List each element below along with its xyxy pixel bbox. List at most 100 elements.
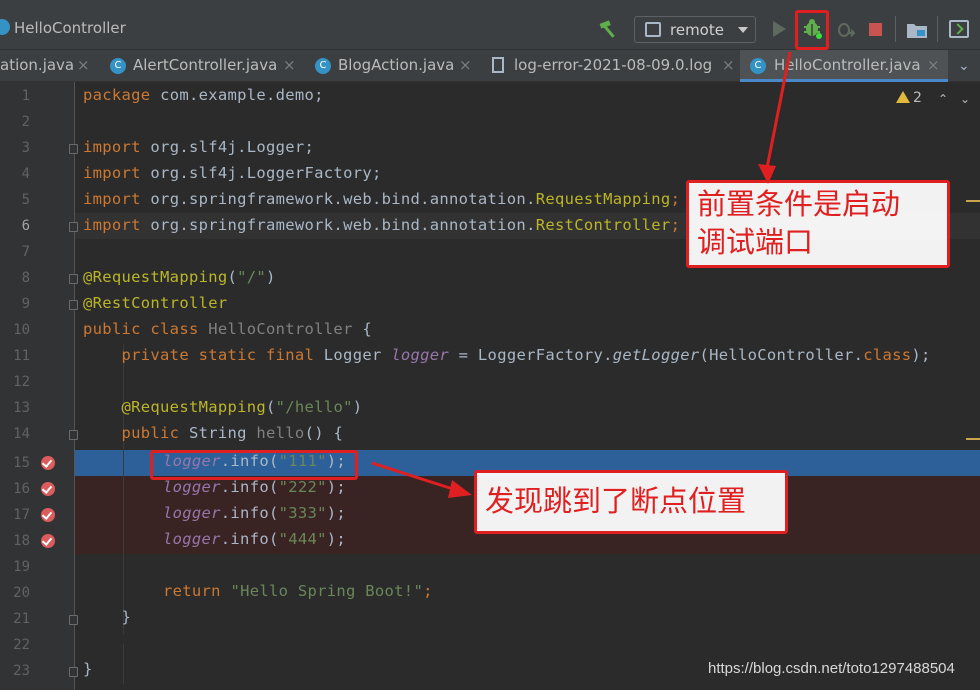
line-number: 23 bbox=[13, 663, 30, 679]
execution-line-highlight bbox=[150, 450, 358, 480]
hammer-icon[interactable] bbox=[598, 19, 620, 39]
code-line-5: import org.springframework.web.bind.anno… bbox=[83, 190, 681, 208]
code-line-6: import org.springframework.web.bind.anno… bbox=[83, 216, 681, 234]
code-line-16: logger.info("222"); bbox=[163, 478, 347, 496]
annotation-text: 发现跳到了断点位置 bbox=[485, 484, 747, 518]
line-number: 3 bbox=[21, 140, 30, 156]
close-icon[interactable]: × bbox=[283, 56, 296, 74]
attach-debugger-icon[interactable] bbox=[835, 19, 855, 39]
indent-guide bbox=[123, 644, 124, 684]
code-line-23: } bbox=[83, 660, 93, 678]
class-icon: C bbox=[750, 58, 766, 74]
close-icon[interactable]: × bbox=[722, 56, 735, 74]
line-number: 11 bbox=[13, 348, 30, 364]
code-line-20: return "Hello Spring Boot!"; bbox=[163, 582, 433, 600]
chevron-up-icon[interactable]: ⌃ bbox=[938, 92, 948, 106]
annotation-text: 调试端口 bbox=[697, 225, 814, 259]
code-line-13: @RequestMapping("/hello") bbox=[83, 398, 363, 416]
tab-blogaction[interactable]: C BlogAction.java × bbox=[306, 50, 482, 82]
annotation-note-breakpoint: 发现跳到了断点位置 bbox=[474, 470, 788, 534]
inspection-widget[interactable]: 2 bbox=[896, 90, 922, 106]
editor-tab-bar: ation.java × C AlertController.java × C … bbox=[0, 50, 980, 82]
code-line-17: logger.info("333"); bbox=[163, 504, 347, 522]
line-number: 9 bbox=[21, 296, 30, 312]
code-line-3: import org.slf4j.Logger; bbox=[83, 138, 315, 156]
warning-stripe-mark[interactable] bbox=[966, 200, 980, 202]
fold-icon[interactable] bbox=[69, 144, 78, 154]
line-number: 15 bbox=[13, 455, 30, 471]
tab-hellocontroller[interactable]: C HelloController.java × bbox=[740, 50, 948, 82]
remote-config-icon bbox=[645, 22, 661, 37]
line-number: 12 bbox=[13, 374, 30, 390]
breakpoint-icon[interactable] bbox=[41, 482, 55, 496]
tab-label: AlertController.java bbox=[133, 56, 278, 74]
close-icon[interactable]: × bbox=[927, 56, 940, 74]
tab-ation-java[interactable]: ation.java × bbox=[0, 50, 100, 82]
code-line-8: @RequestMapping("/") bbox=[83, 268, 276, 286]
code-line-11: private static final Logger logger = Log… bbox=[83, 346, 931, 364]
warning-stripe-mark[interactable] bbox=[966, 438, 980, 440]
menu-strip-remnant bbox=[0, 0, 500, 6]
fold-icon[interactable] bbox=[69, 615, 78, 625]
annotation-note-debug: 前置条件是启动 调试端口 bbox=[686, 180, 950, 268]
code-editor[interactable]: 1 2 3 4 5 6 7 8 9 10 11 12 13 14 15 16 1… bbox=[0, 82, 980, 690]
class-icon: C bbox=[110, 58, 126, 74]
line-number: 20 bbox=[13, 585, 30, 601]
line-number: 21 bbox=[13, 611, 30, 627]
tab-alertcontroller[interactable]: C AlertController.java × bbox=[100, 50, 306, 82]
project-structure-icon[interactable] bbox=[906, 21, 928, 39]
line-number: 22 bbox=[13, 637, 30, 653]
fold-icon[interactable] bbox=[69, 222, 78, 232]
line-number: 2 bbox=[21, 114, 30, 130]
terminal-icon[interactable] bbox=[949, 20, 969, 38]
watermark: https://blog.csdn.net/toto1297488504 bbox=[708, 660, 955, 677]
run-configuration-select[interactable]: remote bbox=[634, 16, 756, 43]
close-icon[interactable]: × bbox=[459, 56, 472, 74]
code-line-4: import org.slf4j.LoggerFactory; bbox=[83, 164, 382, 182]
fold-icon[interactable] bbox=[69, 667, 78, 677]
code-line-14: public String hello() { bbox=[83, 424, 344, 442]
run-icon[interactable] bbox=[773, 21, 786, 37]
file-icon bbox=[492, 57, 504, 73]
toolbar-separator bbox=[937, 16, 938, 42]
line-number: 16 bbox=[13, 481, 30, 497]
fold-icon[interactable] bbox=[69, 274, 78, 284]
run-configuration-label: remote bbox=[670, 21, 724, 39]
annotation-text: 前置条件是启动 bbox=[697, 187, 901, 221]
breakpoint-icon[interactable] bbox=[41, 456, 55, 470]
fold-icon[interactable] bbox=[69, 300, 78, 310]
line-number: 13 bbox=[13, 400, 30, 416]
breakpoint-icon[interactable] bbox=[41, 534, 55, 548]
line-number: 19 bbox=[13, 559, 30, 575]
tab-label: HelloController.java bbox=[774, 56, 921, 74]
chevron-down-icon[interactable]: ⌄ bbox=[960, 92, 970, 106]
warning-count: 2 bbox=[913, 90, 922, 106]
line-number: 14 bbox=[13, 426, 30, 442]
main-toolbar: HelloController remote bbox=[0, 0, 980, 50]
line-number: 8 bbox=[21, 270, 30, 286]
close-icon[interactable]: × bbox=[77, 56, 90, 74]
line-number: 4 bbox=[21, 166, 30, 182]
breakpoint-icon[interactable] bbox=[41, 508, 55, 522]
code-line-1: package com.example.demo; bbox=[83, 86, 324, 104]
chevron-down-icon bbox=[738, 27, 748, 33]
breadcrumb[interactable]: HelloController bbox=[14, 19, 126, 37]
line-number: 18 bbox=[13, 533, 30, 549]
class-icon bbox=[0, 19, 10, 35]
indent-guide bbox=[123, 344, 124, 634]
line-number: 7 bbox=[21, 244, 30, 260]
tab-label: log-error-2021-08-09.0.log bbox=[514, 56, 713, 74]
tab-log-file[interactable]: log-error-2021-08-09.0.log × bbox=[482, 50, 740, 82]
chevron-down-icon[interactable]: ⌄ bbox=[958, 58, 970, 74]
code-line-21: } bbox=[83, 608, 132, 626]
code-line-9: @RestController bbox=[83, 294, 228, 312]
code-line-10: public class HelloController { bbox=[83, 320, 372, 338]
debug-button-highlight bbox=[795, 10, 829, 50]
warning-icon bbox=[896, 91, 910, 103]
line-number: 1 bbox=[21, 88, 30, 104]
line-number-gutter[interactable]: 1 2 3 4 5 6 7 8 9 10 11 12 13 14 15 16 1… bbox=[0, 82, 78, 690]
line-number: 17 bbox=[13, 507, 30, 523]
fold-icon[interactable] bbox=[69, 430, 78, 440]
tab-label: BlogAction.java bbox=[338, 56, 455, 74]
stop-icon[interactable] bbox=[869, 23, 882, 36]
